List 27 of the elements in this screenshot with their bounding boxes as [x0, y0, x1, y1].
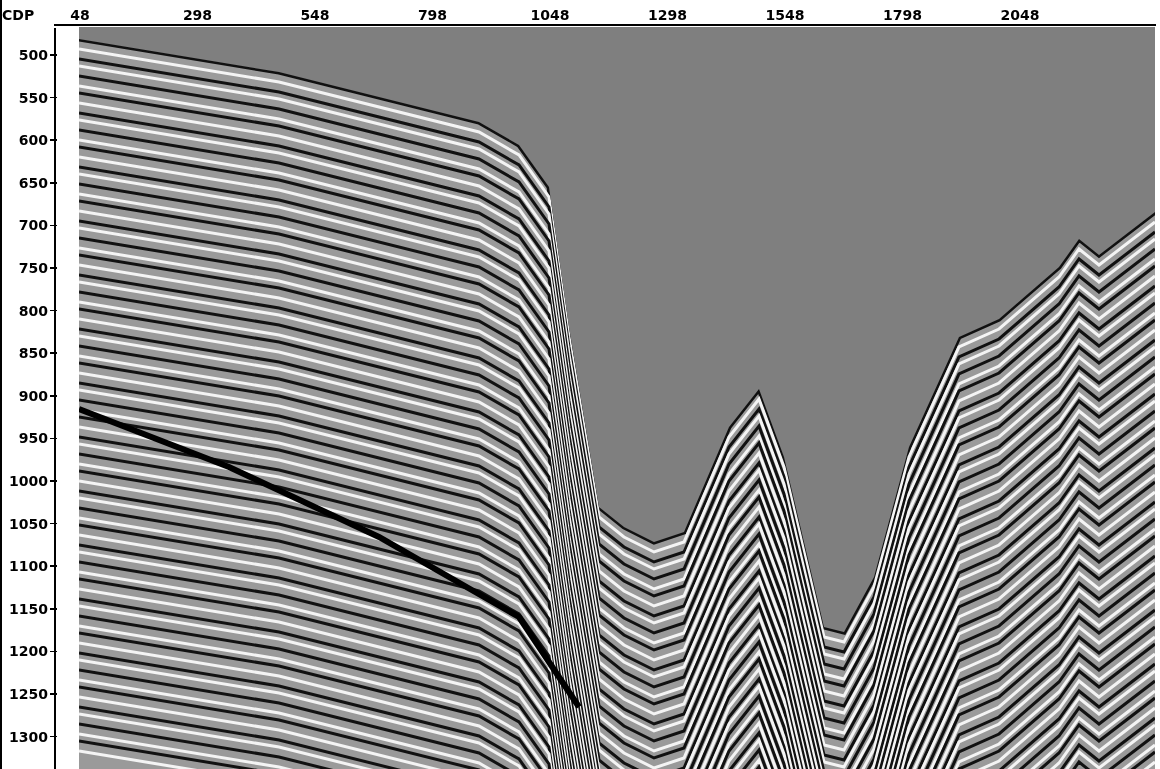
axis-tick-label: 950: [18, 430, 48, 447]
axis-tick-label: 1200: [9, 643, 48, 660]
axis-tick-label: 750: [18, 260, 48, 276]
axis-tick-label: 1100: [9, 558, 48, 575]
axis-tick-label: 548: [300, 7, 330, 23]
axis-tick-label: 1548: [765, 7, 805, 23]
axis-tick-label: 1050: [9, 515, 48, 532]
axis-tick-label: 600: [18, 132, 48, 149]
axis-tick-label: 1048: [530, 7, 570, 23]
axis-tick-label: 1000: [9, 473, 48, 489]
axis-tick-label: 900: [18, 387, 48, 404]
axis-tick-label: 650: [18, 174, 48, 191]
axis-tick-label: 1798: [883, 7, 922, 23]
axis-title: CDP: [2, 7, 35, 23]
axis-tick-label: 798: [417, 7, 448, 23]
axis-tick-label: 48: [70, 7, 90, 23]
axis-tick-label: 800: [18, 302, 48, 319]
axis-tick-label: 550: [18, 89, 48, 106]
axis-tick-label: 1250: [9, 686, 48, 702]
axis-tick-label: 2048: [1000, 7, 1040, 23]
axis-tick-label: 700: [18, 217, 48, 234]
axis-tick-label: 298: [182, 7, 213, 23]
axis-tick-label: 850: [18, 345, 48, 362]
axis-tick-label: 500: [18, 47, 48, 63]
axis-tick-label: 1150: [9, 600, 48, 617]
axis-tick-label: 1298: [648, 7, 687, 23]
axis-tick-label: 1300: [9, 728, 48, 745]
